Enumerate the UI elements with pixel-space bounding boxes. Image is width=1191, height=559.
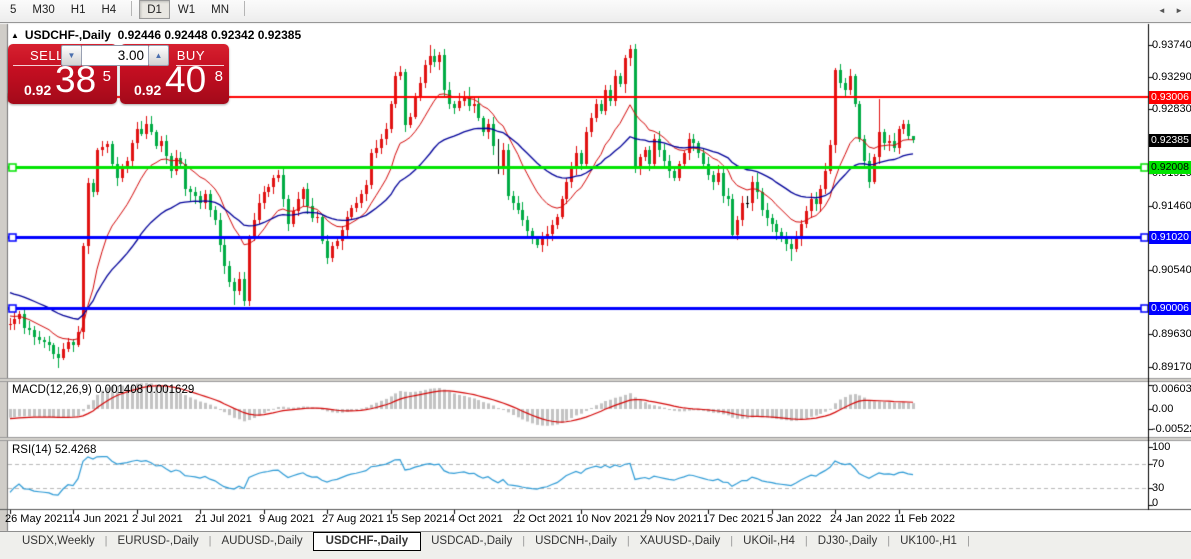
buy-price: 0.92 40 8 bbox=[120, 59, 229, 104]
tab-audusd-[interactable]: AUDUSD-,Daily bbox=[212, 532, 313, 549]
one-click-trading-panel: SELL 0.92 38 5 BUY 0.92 40 8 ▼ ▲ bbox=[8, 44, 229, 105]
rsi-axis-tick: 30 bbox=[1152, 481, 1165, 494]
buy-price-pip: 8 bbox=[214, 68, 223, 85]
macd-axis-tick: -0.00522 bbox=[1152, 423, 1191, 436]
rsi-indicator-label: RSI(14) 52.4268 bbox=[12, 444, 97, 456]
symbol-period-label: USDCHF-,Daily bbox=[24, 28, 111, 42]
buy-price-prefix: 0.92 bbox=[134, 82, 162, 98]
tab-ukoil-[interactable]: UKOil-,H4 bbox=[733, 532, 805, 549]
tab-usdcnh-[interactable]: USDCNH-,Daily bbox=[525, 532, 627, 549]
sell-price-prefix: 0.92 bbox=[24, 82, 52, 98]
chart-tab-bar: USDX,Weekly | EURUSD-,Daily | AUDUSD-,Daily U… bbox=[0, 531, 1191, 559]
price-axis-tick: 0.91460 bbox=[1152, 199, 1191, 212]
volume-decrease-button[interactable]: ▼ bbox=[61, 45, 82, 66]
tab-scroll-left-icon[interactable]: ◄ bbox=[1158, 6, 1166, 15]
date-axis-label: 10 Nov 2021 bbox=[576, 513, 639, 525]
timeframe-button-mn[interactable]: MN bbox=[203, 0, 237, 19]
timeframe-toolbar: 5 M30 H1 H4 D1 W1 MN bbox=[0, 0, 1191, 23]
sell-price-pip: 5 bbox=[102, 68, 111, 85]
tab-usdx[interactable]: USDX,Weekly bbox=[12, 532, 105, 549]
date-axis-label: 27 Aug 2021 bbox=[322, 513, 384, 525]
rsi-axis-tick: 0 bbox=[1152, 497, 1159, 509]
date-axis-label: 2 Jul 2021 bbox=[132, 513, 183, 525]
volume-input[interactable] bbox=[82, 45, 148, 66]
tab-uk100-[interactable]: UK100-,H1 bbox=[890, 532, 967, 549]
date-axis-label: 17 Dec 2021 bbox=[703, 513, 766, 525]
tab-scroll-right-icon[interactable]: ► bbox=[1175, 6, 1183, 15]
price-axis-tick: 0.92830 bbox=[1152, 103, 1191, 116]
date-axis-label: 21 Jul 2021 bbox=[195, 513, 252, 525]
macd-axis-tick: 0.00 bbox=[1152, 403, 1174, 415]
buy-price-big: 40 bbox=[165, 59, 207, 100]
price-axis-tick: 0.93740 bbox=[1152, 39, 1191, 51]
collapse-arrow-icon[interactable]: ▲ bbox=[11, 31, 19, 40]
trading-platform-window: 5 M30 H1 H4 D1 W1 MN ▲ USDCHF-,Daily 0.92446 0.… bbox=[0, 0, 1191, 559]
date-axis-label: 15 Sep 2021 bbox=[386, 513, 449, 525]
macd-axis-tick: 0.006038 bbox=[1152, 383, 1191, 395]
timeframe-button-h1[interactable]: H1 bbox=[63, 0, 94, 19]
tab-usdchf-[interactable]: USDCHF-,Daily bbox=[312, 532, 422, 551]
macd-value-signal: 0.001629 bbox=[146, 384, 195, 396]
tab-usdcad-[interactable]: USDCAD-,Daily bbox=[421, 532, 522, 549]
macd-indicator-label: MACD(12,26,9) 0.001408 0.001629 bbox=[12, 384, 195, 396]
ohlc-values: 0.92446 0.92448 0.92342 0.92385 bbox=[117, 28, 302, 42]
date-axis-label: 4 Oct 2021 bbox=[449, 513, 503, 525]
tab-scroll-arrows: ◄ ► bbox=[1151, 6, 1183, 15]
tab-separator: | bbox=[966, 535, 970, 547]
tab-xauusd-[interactable]: XAUUSD-,Daily bbox=[630, 532, 731, 549]
toolbar-separator bbox=[131, 1, 133, 16]
rsi-value: 52.4268 bbox=[54, 444, 97, 456]
timeframe-button-m30[interactable]: M30 bbox=[24, 0, 62, 19]
macd-value-main: 0.001408 bbox=[95, 384, 144, 396]
volume-increase-button[interactable]: ▲ bbox=[148, 45, 169, 66]
chart-title: ▲ USDCHF-,Daily 0.92446 0.92448 0.92342 0… bbox=[11, 28, 301, 42]
rsi-axis-tick: 70 bbox=[1152, 458, 1165, 471]
date-axis-label: 22 Oct 2021 bbox=[513, 513, 573, 525]
date-axis-label: 9 Aug 2021 bbox=[259, 513, 315, 525]
date-axis-label: 29 Nov 2021 bbox=[640, 513, 703, 525]
toolbar-separator bbox=[244, 1, 246, 16]
sell-price: 0.92 38 5 bbox=[8, 59, 117, 104]
current-price-badge: 0.92385 bbox=[1149, 134, 1191, 147]
price-axis-tick: 0.90540 bbox=[1152, 264, 1191, 277]
date-axis-label: 11 Feb 2022 bbox=[894, 513, 955, 525]
timeframe-button-h4[interactable]: H4 bbox=[93, 0, 124, 19]
level-price-badge: 0.91020 bbox=[1149, 231, 1191, 244]
price-axis-tick: 0.89630 bbox=[1152, 328, 1191, 341]
tab-eurusd-[interactable]: EURUSD-,Daily bbox=[108, 532, 209, 549]
date-axis-label: 24 Jan 2022 bbox=[830, 513, 891, 525]
price-axis-tick: 0.89170 bbox=[1152, 360, 1191, 373]
timeframe-button-w1[interactable]: W1 bbox=[170, 0, 203, 19]
level-price-badge: 0.93006 bbox=[1149, 91, 1191, 104]
level-price-badge: 0.90006 bbox=[1149, 302, 1191, 315]
level-price-badge: 0.92008 bbox=[1149, 161, 1191, 174]
timeframe-button-5[interactable]: 5 bbox=[2, 0, 24, 19]
date-axis-label: 26 May 2021 bbox=[5, 513, 69, 525]
timeframe-button-d1[interactable]: D1 bbox=[139, 0, 170, 19]
date-axis-label: 14 Jun 2021 bbox=[68, 513, 129, 525]
rsi-axis-tick: 100 bbox=[1152, 441, 1171, 453]
date-axis-label: 5 Jan 2022 bbox=[767, 513, 822, 525]
tab-dj30-[interactable]: DJ30-,Daily bbox=[808, 532, 887, 549]
price-axis-tick: 0.93290 bbox=[1152, 70, 1191, 83]
volume-stepper: ▼ ▲ bbox=[61, 45, 169, 66]
